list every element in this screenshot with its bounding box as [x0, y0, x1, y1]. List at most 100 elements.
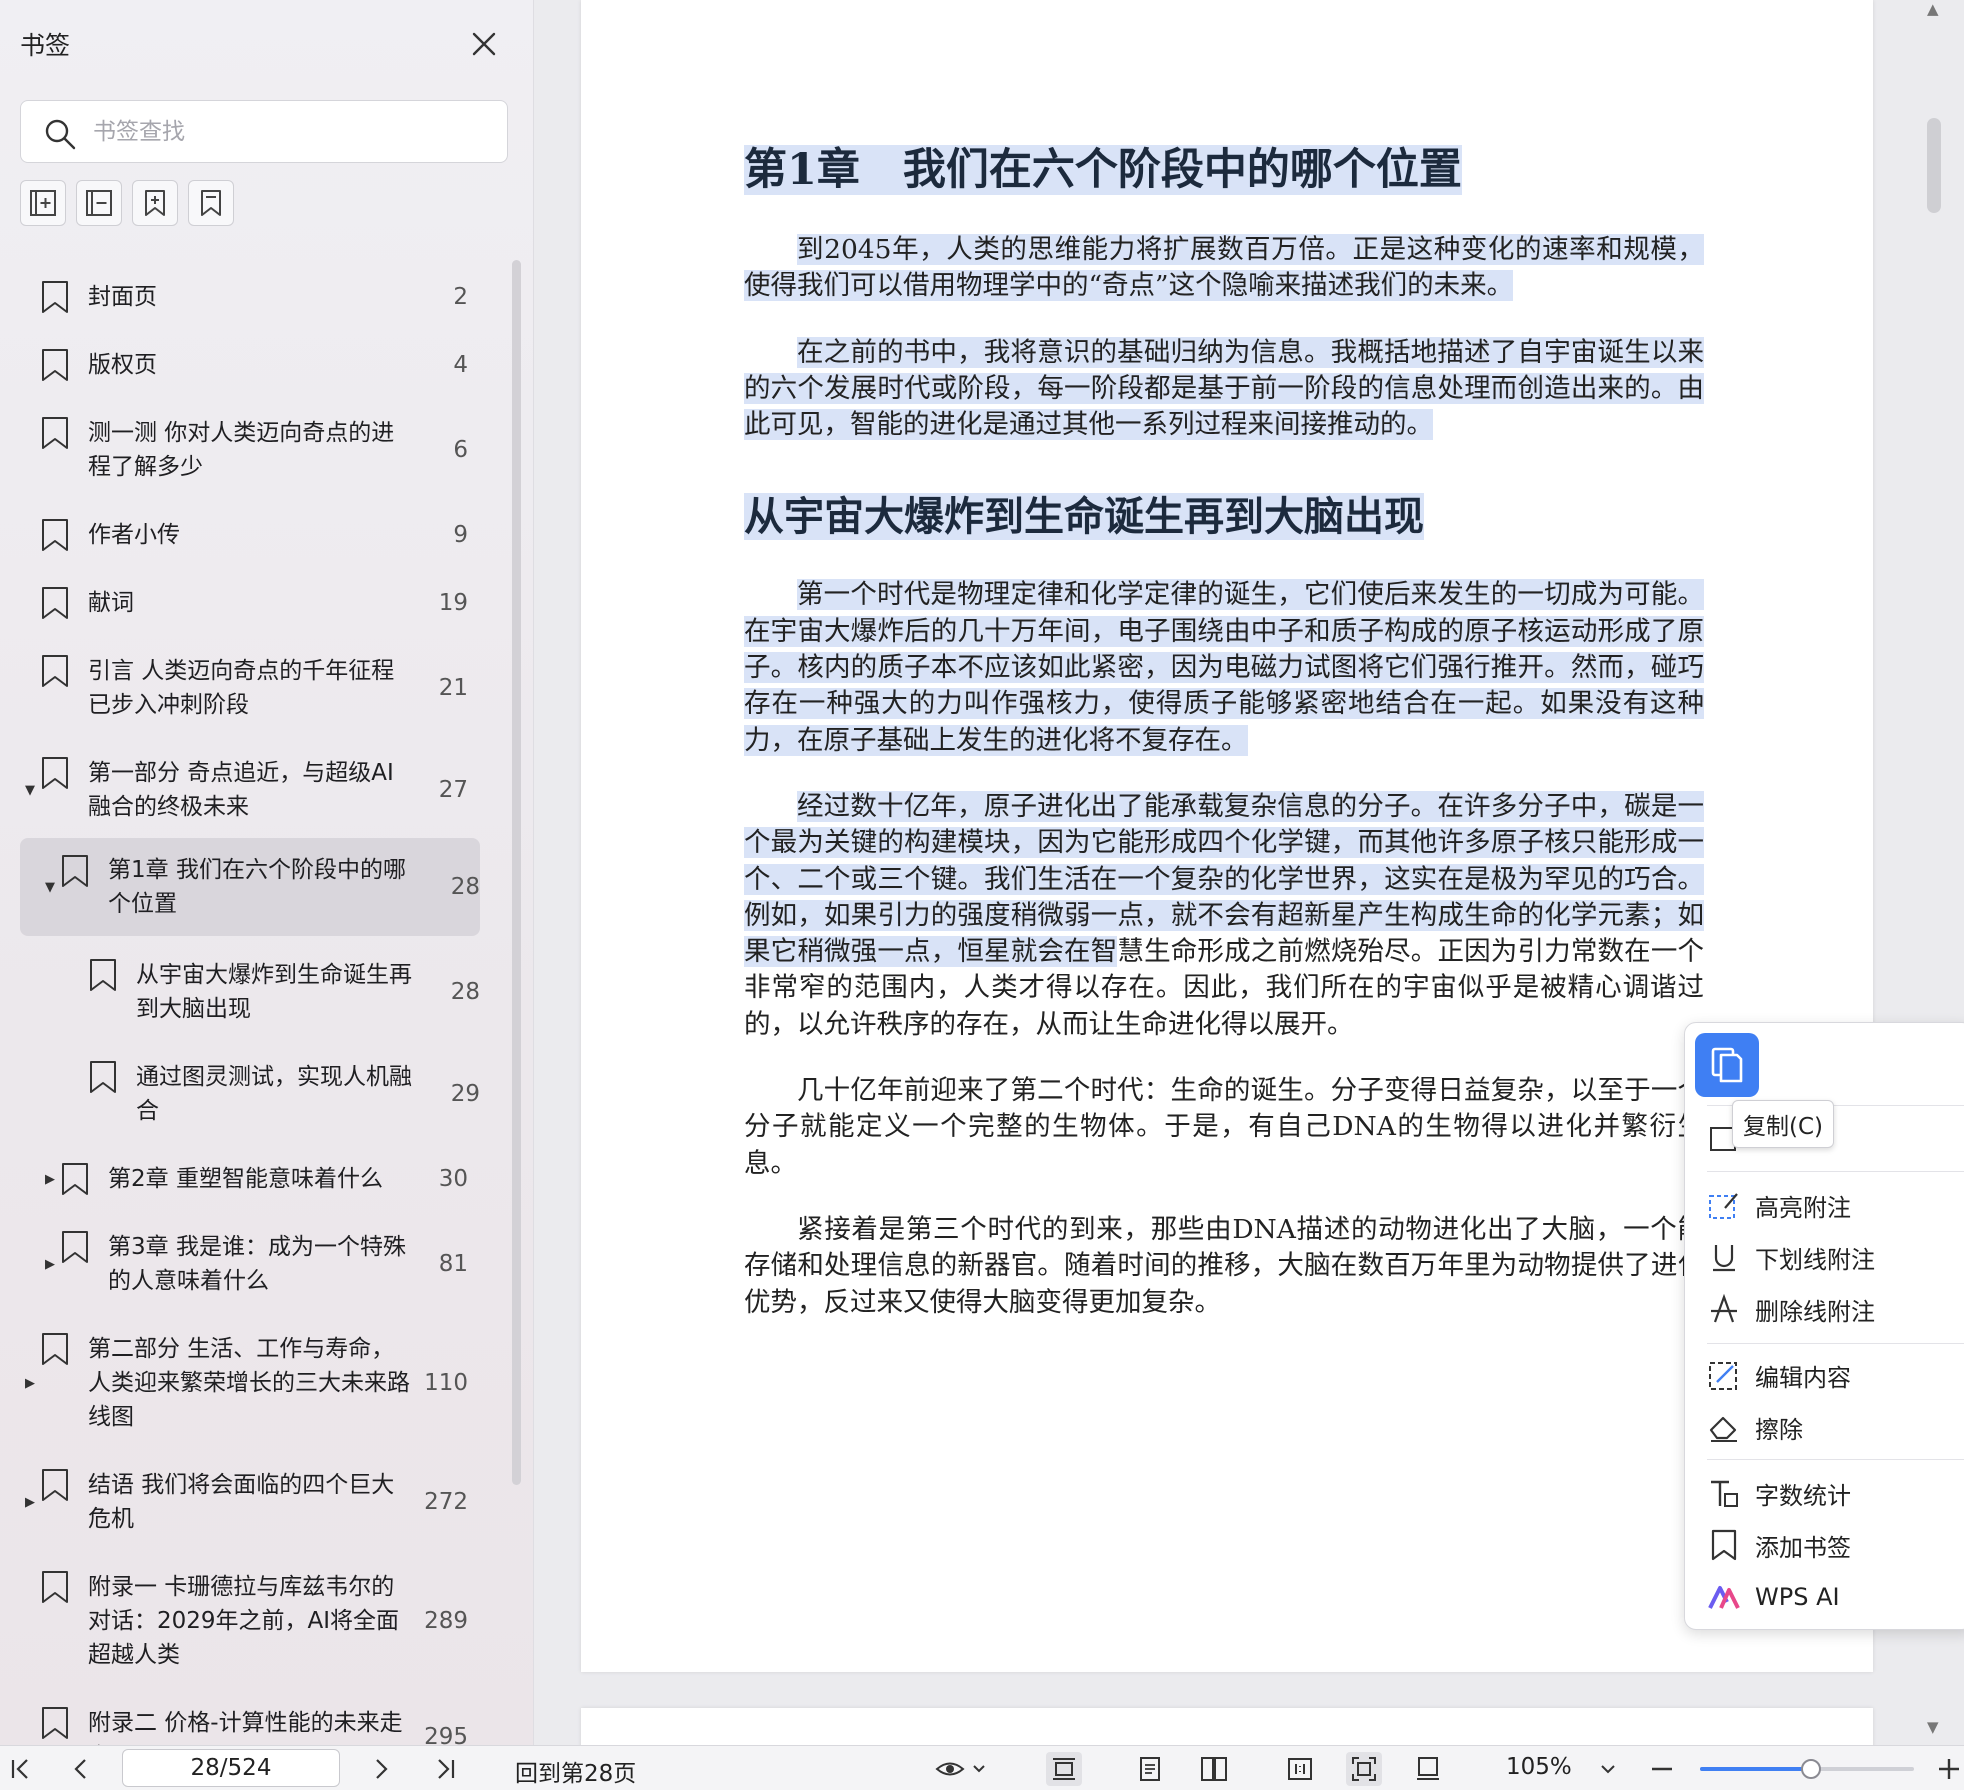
menu-item-edit-content[interactable]: 编辑内容 [1707, 1353, 1964, 1397]
bookmark-caret[interactable]: ▶ [40, 1172, 60, 1187]
first-page-icon[interactable] [4, 1752, 38, 1786]
bookmark-caret[interactable]: ▼ [40, 880, 60, 895]
bookmark-label: 第二部分 生活、工作与寿命，人类迎来繁荣增长的三大未来路线图 [88, 1336, 410, 1430]
single-page-icon[interactable] [1132, 1752, 1168, 1786]
bookmark-label: 献词 [88, 590, 134, 616]
zoom-in-icon[interactable] [1936, 1752, 1962, 1786]
bookmark-page: 295 [424, 1724, 468, 1745]
bookmark-item[interactable]: 封面页 2 [20, 272, 480, 322]
bookmark-label: 通过图灵测试，实现人机融合 [136, 1064, 412, 1124]
zoom-out-icon[interactable] [1646, 1752, 1678, 1786]
section-title[interactable]: 从宇宙大爆炸到生命诞生再到大脑出现 [744, 487, 1704, 547]
prev-page-icon[interactable] [64, 1752, 98, 1786]
last-page-icon[interactable] [428, 1752, 462, 1786]
bookmark-item[interactable]: 从宇宙大爆炸到生命诞生再到大脑出现 28 [20, 950, 480, 1034]
menu-item-word-count[interactable]: 字数统计 [1707, 1471, 1964, 1515]
scroll-up-icon[interactable]: ▲ [1927, 0, 1939, 18]
back-to-page-link[interactable]: 回到第28页 [515, 1754, 636, 1788]
bookmark-label: 附录一 卡珊德拉与库兹韦尔的对话：2029年之前，AI将全面超越人类 [88, 1574, 400, 1668]
bookmark-label: 版权页 [88, 352, 157, 378]
document-scrollbar[interactable] [1927, 118, 1941, 213]
bookmark-item[interactable]: 附录二 价格-计算性能的未来走向 295 [20, 1698, 480, 1745]
bookmark-caret[interactable]: ▶ [20, 1376, 40, 1391]
bookmark-icon [88, 1060, 118, 1094]
bookmark-item[interactable]: 通过图灵测试，实现人机融合 29 [20, 1052, 480, 1136]
paragraph[interactable]: 经过数十亿年，原子进化出了能承载复杂信息的分子。在许多分子中，碳是一个最为关键的… [744, 789, 1704, 1043]
menu-item-highlight-note[interactable]: 高亮附注 [1707, 1183, 1964, 1227]
bookmark-icon [40, 280, 70, 314]
bookmark-icon [1711, 1529, 1737, 1561]
fit-width-icon[interactable] [1410, 1752, 1446, 1786]
paragraph[interactable]: 紧接着是第三个时代的到来，那些由DNA描述的动物进化出了大脑，一个能存储和处理信… [744, 1212, 1704, 1321]
menu-divider [1707, 1459, 1964, 1460]
paragraph[interactable]: 在之前的书中，我将意识的基础归纳为信息。我概括地描述了自宇宙诞生以来的六个发展时… [744, 335, 1704, 444]
bookmark-icon [60, 1230, 90, 1264]
highlight-note-icon [1709, 1193, 1738, 1219]
bookmark-item[interactable]: 献词 19 [20, 578, 480, 628]
document-page: 第1章 我们在六个阶段中的哪个位置 到2045年，人类的思维能力将扩展数百万倍。… [581, 0, 1873, 1672]
chapter-title[interactable]: 第1章 我们在六个阶段中的哪个位置 [744, 140, 1704, 200]
fit-page-icon[interactable] [1346, 1752, 1382, 1786]
menu-item-underline-note[interactable]: 下划线附注 [1707, 1235, 1964, 1279]
menu-item-erase[interactable]: 擦除 [1707, 1405, 1964, 1449]
expand-all-icon[interactable] [20, 180, 66, 226]
menu-divider [1707, 1171, 1964, 1172]
bookmark-icon [40, 586, 70, 620]
copy-button[interactable] [1695, 1033, 1759, 1097]
bookmark-page: 19 [438, 590, 468, 616]
menu-item-wps-ai[interactable]: WPS AI [1707, 1575, 1964, 1619]
double-page-icon[interactable] [1196, 1752, 1232, 1786]
bookmark-item[interactable]: ▼ 第一部分 奇点追近，与超级AI融合的终极未来 27 [20, 748, 480, 832]
bookmark-item-selected[interactable]: ▼ 第1章 我们在六个阶段中的哪个位置 28 [20, 838, 480, 936]
paragraph[interactable]: 第一个时代是物理定律和化学定律的诞生，它们使后来发生的一切成为可能。在宇宙大爆炸… [744, 577, 1704, 758]
bookmark-item[interactable]: 附录一 卡珊德拉与库兹韦尔的对话：2029年之前，AI将全面超越人类 289 [20, 1562, 480, 1680]
bookmark-label: 从宇宙大爆炸到生命诞生再到大脑出现 [136, 962, 412, 1022]
bookmark-item[interactable]: ▶ 第2章 重塑智能意味着什么 30 [20, 1154, 480, 1204]
menu-item-add-bookmark[interactable]: 添加书签 [1707, 1523, 1964, 1567]
page-number-input[interactable] [122, 1749, 340, 1787]
bookmark-item[interactable]: 作者小传 9 [20, 510, 480, 560]
eraser-icon [1709, 1416, 1737, 1442]
bookmark-sidebar: 书签 封面页 2 版 [0, 0, 534, 1745]
bookmark-icon [40, 1570, 70, 1604]
paragraph[interactable]: 几十亿年前迎来了第二个时代：生命的诞生。分子变得日益复杂，以至于一个分子就能定义… [744, 1073, 1704, 1182]
collapse-all-icon[interactable] [76, 180, 122, 226]
bookmark-item[interactable]: 版权页 4 [20, 340, 480, 390]
bookmark-caret[interactable]: ▶ [40, 1257, 60, 1272]
bookmark-item[interactable]: ▶ 结语 我们将会面临的四个巨大危机 272 [20, 1460, 480, 1544]
menu-item-strikethrough-note[interactable]: 删除线附注 [1707, 1287, 1964, 1331]
sidebar-scrollbar[interactable] [512, 260, 521, 1485]
bookmark-caret[interactable]: ▼ [20, 783, 40, 798]
single-page-scroll-icon[interactable] [1046, 1752, 1082, 1786]
bookmark-label: 引言 人类迈向奇点的千年征程已步入冲刺阶段 [88, 658, 395, 718]
menu-divider [1707, 1343, 1964, 1344]
bookmark-caret[interactable]: ▶ [20, 1495, 40, 1510]
zoom-slider-fill [1700, 1767, 1812, 1771]
zoom-slider[interactable] [1700, 1759, 1914, 1779]
bookmark-icon [40, 756, 70, 790]
bookmark-item[interactable]: 引言 人类迈向奇点的千年征程已步入冲刺阶段 21 [20, 646, 480, 730]
scroll-down-icon[interactable]: ▼ [1927, 1718, 1939, 1736]
eye-protect-icon[interactable] [932, 1752, 992, 1786]
zoom-level[interactable]: 105% [1506, 1754, 1572, 1780]
bookmark-item[interactable]: ▶ 第3章 我是谁：成为一个特殊的人意味着什么 81 [20, 1222, 480, 1306]
bookmark-search-input[interactable] [93, 111, 493, 153]
actual-size-icon[interactable] [1282, 1752, 1318, 1786]
bookmark-icon [40, 518, 70, 552]
zoom-slider-knob[interactable] [1801, 1759, 1822, 1779]
paragraph[interactable]: 到2045年，人类的思维能力将扩展数百万倍。正是这种变化的速率和规模，使得我们可… [744, 232, 1704, 305]
edit-icon [1709, 1362, 1737, 1390]
bookmark-label: 第1章 我们在六个阶段中的哪个位置 [108, 857, 406, 917]
bookmark-item[interactable]: ▶ 第二部分 生活、工作与寿命，人类迎来繁荣增长的三大未来路线图 110 [20, 1324, 480, 1442]
bookmark-icon [60, 854, 90, 888]
next-page-icon[interactable] [364, 1752, 398, 1786]
bookmark-icon[interactable] [188, 180, 234, 226]
bookmark-page: 4 [453, 352, 468, 378]
zoom-dropdown-icon[interactable] [1596, 1752, 1620, 1786]
copy-tooltip: 复制(C) [1732, 1100, 1835, 1148]
bookmark-page: 289 [424, 1608, 468, 1634]
close-icon[interactable] [466, 26, 502, 62]
add-bookmark-icon[interactable] [132, 180, 178, 226]
bookmark-label: 第一部分 奇点追近，与超级AI融合的终极未来 [88, 760, 394, 820]
bookmark-item[interactable]: 测一测 你对人类迈向奇点的进程了解多少 6 [20, 408, 480, 492]
